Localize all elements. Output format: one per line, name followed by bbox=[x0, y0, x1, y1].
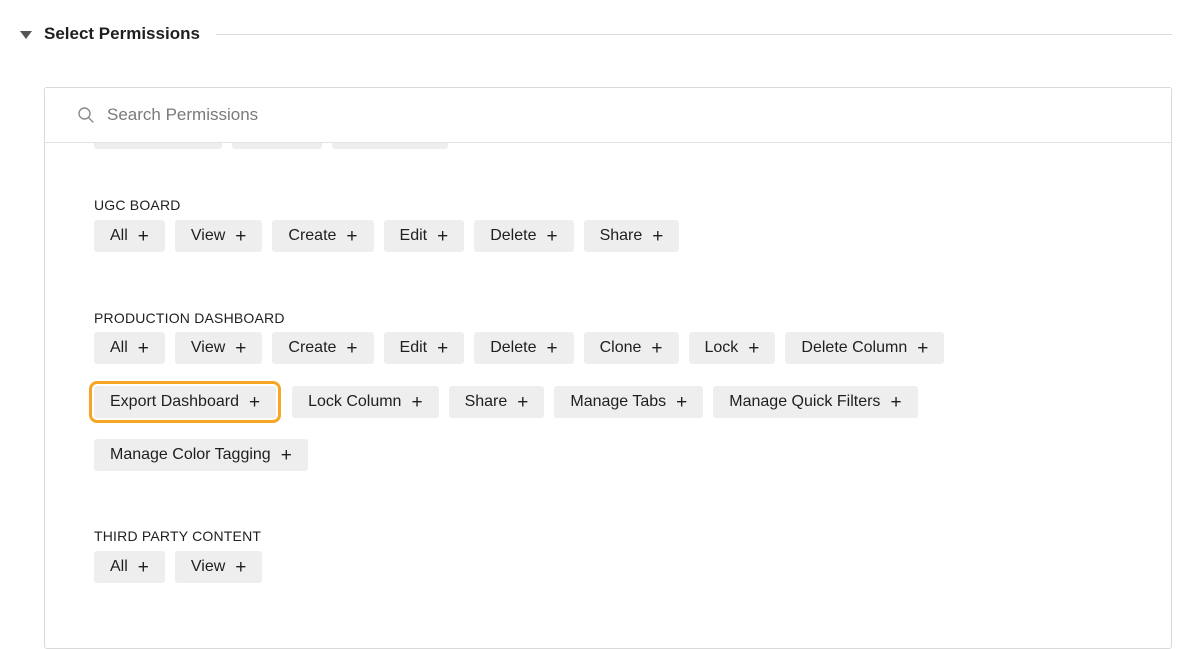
plus-icon: + bbox=[346, 225, 358, 247]
permission-chip-prod-manage-quick-filters[interactable]: Manage Quick Filters + bbox=[713, 386, 918, 418]
chip-row-production-2: Export Dashboard + Lock Column + Share + Ma… bbox=[88, 381, 918, 423]
plus-icon: + bbox=[890, 391, 902, 413]
plus-icon: + bbox=[235, 556, 247, 578]
divider bbox=[215, 33, 1172, 35]
plus-icon: + bbox=[676, 391, 688, 413]
chip-row-production-3: Manage Color Tagging + bbox=[94, 439, 308, 471]
plus-icon: + bbox=[917, 337, 929, 359]
permission-chip-ugc-edit[interactable]: Edit + bbox=[383, 220, 465, 252]
permission-chip-prod-manage-color-tagging[interactable]: Manage Color Tagging + bbox=[94, 439, 308, 471]
search-bar bbox=[45, 88, 1171, 143]
plus-icon: + bbox=[137, 556, 149, 578]
search-icon bbox=[77, 106, 95, 124]
permission-chip-ugc-create[interactable]: Create + bbox=[272, 220, 374, 252]
permission-chip-third-view[interactable]: View + bbox=[174, 551, 263, 583]
plus-icon: + bbox=[137, 225, 149, 247]
plus-icon: + bbox=[546, 337, 558, 359]
permission-chip-prod-edit[interactable]: Edit + bbox=[383, 332, 465, 364]
group-label-production-dashboard: PRODUCTION DASHBOARD bbox=[94, 310, 285, 326]
permission-chip-prod-delete-column[interactable]: Delete Column + bbox=[785, 332, 945, 364]
permission-chip-prod-create[interactable]: Create + bbox=[272, 332, 374, 364]
select-permissions-header[interactable]: Select Permissions bbox=[20, 20, 1172, 48]
plus-icon: + bbox=[411, 391, 423, 413]
permission-chip-prod-export-dashboard[interactable]: Export Dashboard + bbox=[88, 381, 282, 423]
plus-icon: + bbox=[546, 225, 558, 247]
plus-icon: + bbox=[651, 337, 663, 359]
plus-icon: + bbox=[652, 225, 664, 247]
plus-icon: + bbox=[137, 337, 149, 359]
plus-icon: + bbox=[235, 337, 247, 359]
plus-icon: + bbox=[346, 337, 358, 359]
search-input[interactable] bbox=[105, 104, 709, 126]
chip-row-ugc-board: All + View + Create + Edit + Delete + Share + bbox=[94, 220, 680, 252]
permission-chip-ugc-view[interactable]: View + bbox=[174, 220, 263, 252]
chip-row-third-party: All + View + bbox=[94, 551, 263, 583]
permission-chip-prod-view[interactable]: View + bbox=[174, 332, 263, 364]
permission-chip-prod-manage-tabs[interactable]: Manage Tabs + bbox=[554, 386, 704, 418]
section-title: Select Permissions bbox=[44, 24, 200, 43]
permissions-list: UGC BOARD All + View + Create + Edit + Delet… bbox=[88, 133, 1171, 648]
permission-chip-third-all[interactable]: All + bbox=[94, 551, 165, 583]
plus-icon: + bbox=[748, 337, 760, 359]
group-label-third-party-content: THIRD PARTY CONTENT bbox=[94, 528, 262, 544]
permission-chip-prod-clone[interactable]: Clone + bbox=[583, 332, 679, 364]
permission-chip-prod-all[interactable]: All + bbox=[94, 332, 165, 364]
permission-chip-ugc-delete[interactable]: Delete + bbox=[474, 220, 574, 252]
permission-chip-prod-lock[interactable]: Lock + bbox=[688, 332, 776, 364]
plus-icon: + bbox=[248, 391, 261, 413]
plus-icon: + bbox=[235, 225, 247, 247]
plus-icon: + bbox=[437, 225, 449, 247]
permission-chip-prod-share[interactable]: Share + bbox=[448, 386, 545, 418]
permissions-panel: UGC BOARD All+ View+ Create+ Edit+ Delet… bbox=[44, 87, 1172, 649]
group-label-ugc-board: UGC BOARD bbox=[94, 197, 181, 213]
plus-icon: + bbox=[437, 337, 449, 359]
plus-icon: + bbox=[280, 444, 292, 466]
permission-chip-ugc-all[interactable]: All + bbox=[94, 220, 165, 252]
caret-down-icon[interactable] bbox=[20, 30, 32, 39]
plus-icon: + bbox=[517, 391, 529, 413]
permission-chip-prod-delete[interactable]: Delete + bbox=[474, 332, 574, 364]
permission-chip-ugc-share[interactable]: Share + bbox=[583, 220, 680, 252]
chip-row-production-1: All + View + Create + Edit + Delete + Clone + … bbox=[94, 332, 945, 364]
permission-chip-prod-lock-column[interactable]: Lock Column + bbox=[292, 386, 439, 418]
